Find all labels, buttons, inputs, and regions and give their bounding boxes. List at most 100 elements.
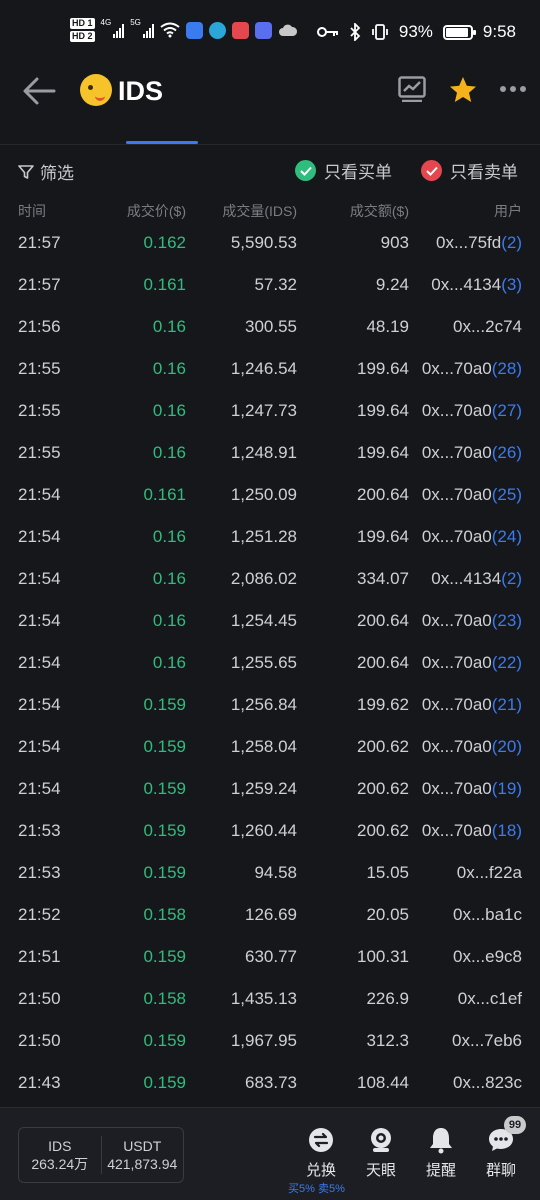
user-address: 0x...70a0: [421, 527, 492, 546]
app-header: IDS: [0, 64, 540, 144]
row-user[interactable]: 0x...75fd(2): [436, 233, 522, 253]
row-user[interactable]: 0x...70a0(25): [422, 485, 522, 505]
alert-button[interactable]: 提醒: [416, 1126, 466, 1180]
row-price: 0.159: [143, 737, 186, 756]
table-row[interactable]: 21:53 0.159 94.58 15.05 0x...f22a: [0, 852, 540, 894]
table-row[interactable]: 21:57 0.162 5,590.53 903 0x...75fd(2): [0, 222, 540, 264]
signal-icon-2: [142, 22, 154, 38]
row-user[interactable]: 0x...4134(3): [431, 275, 522, 295]
user-address: 0x...75fd: [436, 233, 502, 252]
user-trade-count[interactable]: (3): [501, 275, 522, 294]
row-time: 21:54: [18, 737, 61, 756]
table-row[interactable]: 21:54 0.159 1,259.24 200.62 0x...70a0(19): [0, 768, 540, 810]
table-row[interactable]: 21:54 0.161 1,250.09 200.64 0x...70a0(25): [0, 474, 540, 516]
user-trade-count[interactable]: (25): [492, 485, 522, 504]
row-user[interactable]: 0x...70a0(20): [422, 737, 522, 757]
row-user[interactable]: 0x...70a0(22): [422, 653, 522, 673]
table-row[interactable]: 21:54 0.16 2,086.02 334.07 0x...4134(2): [0, 558, 540, 600]
user-trade-count[interactable]: (22): [492, 653, 522, 672]
table-row[interactable]: 21:55 0.16 1,247.73 199.64 0x...70a0(27): [0, 390, 540, 432]
battery-icon: [442, 24, 476, 40]
row-user[interactable]: 0x...70a0(28): [422, 359, 522, 379]
table-row[interactable]: 21:56 0.16 300.55 48.19 0x...2c74: [0, 306, 540, 348]
row-user[interactable]: 0x...70a0(18): [422, 821, 522, 841]
table-row[interactable]: 21:54 0.16 1,255.65 200.64 0x...70a0(22): [0, 642, 540, 684]
row-price: 0.16: [152, 317, 186, 336]
balance-box[interactable]: IDS 263.24万 USDT 421,873.94: [18, 1127, 184, 1183]
table-row[interactable]: 21:50 0.159 1,967.95 312.3 0x...7eb6: [0, 1020, 540, 1062]
ids-label: IDS: [48, 1138, 72, 1154]
sky-eye-button[interactable]: 天眼: [356, 1126, 406, 1180]
user-trade-count[interactable]: (24): [492, 527, 522, 546]
user-address: 0x...70a0: [421, 611, 492, 630]
row-user[interactable]: 0x...ba1c: [453, 905, 522, 925]
row-user[interactable]: 0x...70a0(24): [422, 527, 522, 547]
row-user[interactable]: 0x...70a0(27): [422, 401, 522, 421]
group-chat-button[interactable]: 群聊: [476, 1126, 526, 1180]
table-row[interactable]: 21:55 0.16 1,246.54 199.64 0x...70a0(28): [0, 348, 540, 390]
table-row[interactable]: 21:54 0.16 1,254.45 200.64 0x...70a0(23): [0, 600, 540, 642]
row-amount: 100.31: [357, 947, 409, 966]
row-amount: 903: [380, 233, 409, 252]
user-trade-count[interactable]: (19): [492, 779, 522, 798]
user-trade-count[interactable]: (27): [492, 401, 522, 420]
row-time: 21:54: [18, 611, 61, 630]
more-menu-icon[interactable]: [500, 86, 526, 92]
user-trade-count[interactable]: (21): [492, 695, 522, 714]
header-price: 成交价($): [126, 203, 186, 219]
table-row[interactable]: 21:43 0.159 683.73 108.44 0x...823c: [0, 1062, 540, 1104]
row-user[interactable]: 0x...f22a: [457, 863, 522, 883]
table-row[interactable]: 21:52 0.158 126.69 20.05 0x...ba1c: [0, 894, 540, 936]
row-volume: 1,435.13: [230, 989, 297, 1008]
table-row[interactable]: 21:51 0.159 630.77 100.31 0x...e9c8: [0, 936, 540, 978]
table-row[interactable]: 21:54 0.159 1,258.04 200.62 0x...70a0(20): [0, 726, 540, 768]
user-address: 0x...2c74: [453, 317, 522, 336]
user-trade-count[interactable]: (23): [492, 611, 522, 630]
row-price: 0.159: [143, 821, 186, 840]
bluetooth-icon: [350, 23, 361, 41]
table-row[interactable]: 21:50 0.158 1,435.13 226.9 0x...c1ef: [0, 978, 540, 1020]
table-row[interactable]: 21:53 0.159 1,260.44 200.62 0x...70a0(18): [0, 810, 540, 852]
row-user[interactable]: 0x...70a0(23): [422, 611, 522, 631]
row-user[interactable]: 0x...70a0(21): [422, 695, 522, 715]
row-volume: 1,255.65: [230, 653, 297, 672]
row-time: 21:52: [18, 905, 61, 924]
row-user[interactable]: 0x...c1ef: [458, 989, 522, 1009]
usdt-balance: USDT 421,873.94: [102, 1128, 184, 1182]
user-trade-count[interactable]: (2): [501, 233, 522, 252]
row-user[interactable]: 0x...e9c8: [453, 947, 522, 967]
row-amount: 15.05: [366, 863, 409, 882]
row-user[interactable]: 0x...823c: [453, 1073, 522, 1093]
user-address: 0x...70a0: [421, 695, 492, 714]
row-user[interactable]: 0x...70a0(19): [422, 779, 522, 799]
table-row[interactable]: 21:55 0.16 1,248.91 199.64 0x...70a0(26): [0, 432, 540, 474]
user-trade-count[interactable]: (20): [492, 737, 522, 756]
table-row[interactable]: 21:57 0.161 57.32 9.24 0x...4134(3): [0, 264, 540, 306]
row-time: 21:54: [18, 695, 61, 714]
user-trade-count[interactable]: (26): [492, 443, 522, 462]
table-row[interactable]: 21:54 0.16 1,251.28 199.64 0x...70a0(24): [0, 516, 540, 558]
swap-label: 兑换: [305, 1162, 336, 1179]
wifi-icon: [160, 22, 180, 38]
favorite-star-icon[interactable]: [448, 75, 478, 105]
chart-icon[interactable]: [398, 76, 426, 102]
row-user[interactable]: 0x...2c74: [453, 317, 522, 337]
row-user[interactable]: 0x...70a0(26): [422, 443, 522, 463]
row-price: 0.158: [143, 905, 186, 924]
row-user[interactable]: 0x...4134(2): [431, 569, 522, 589]
row-price: 0.159: [143, 947, 186, 966]
buy-only-toggle[interactable]: 只看买单: [295, 158, 392, 183]
user-trade-count[interactable]: (28): [492, 359, 522, 378]
user-trade-count[interactable]: (2): [501, 569, 522, 588]
swap-button[interactable]: 兑换: [296, 1126, 346, 1180]
row-amount: 200.62: [357, 779, 409, 798]
table-row[interactable]: 21:54 0.159 1,256.84 199.62 0x...70a0(21): [0, 684, 540, 726]
user-trade-count[interactable]: (18): [492, 821, 522, 840]
user-address: 0x...70a0: [421, 485, 492, 504]
row-user[interactable]: 0x...7eb6: [452, 1031, 522, 1051]
sell-only-label: 只看卖单: [450, 163, 518, 182]
sell-only-toggle[interactable]: 只看卖单: [421, 158, 518, 183]
row-volume: 5,590.53: [230, 233, 297, 252]
back-arrow-icon[interactable]: [22, 76, 56, 106]
filter-button[interactable]: 筛选: [18, 159, 74, 184]
